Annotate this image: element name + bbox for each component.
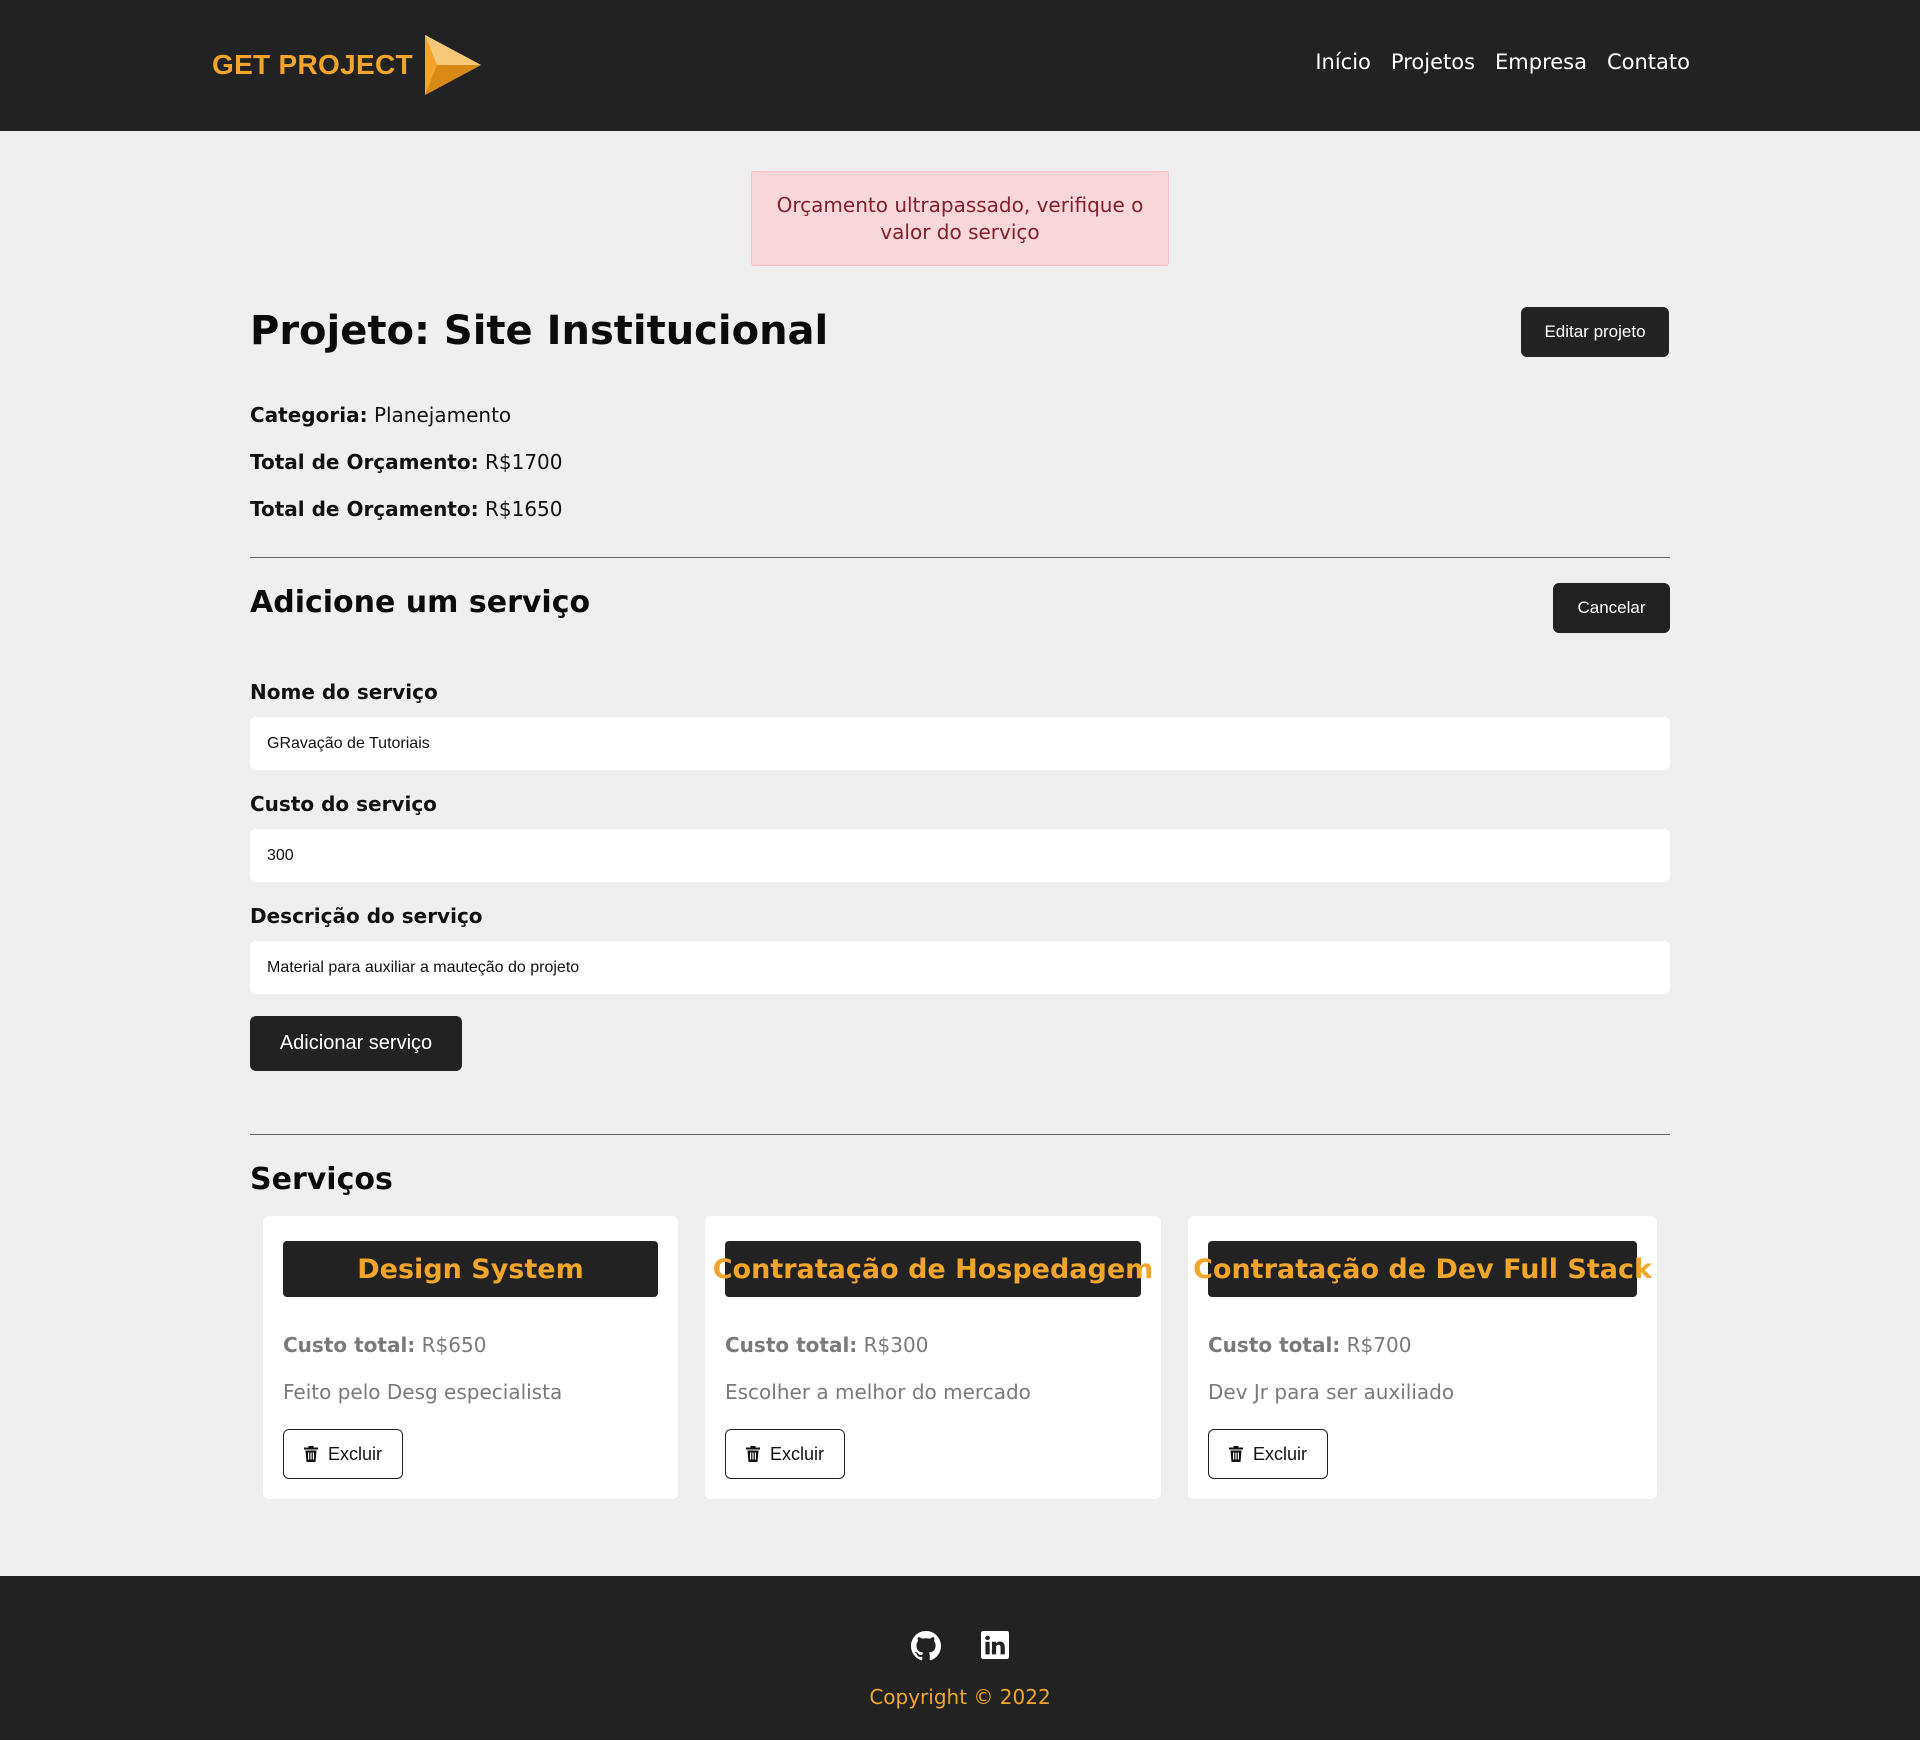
- footer: Copyright © 2022: [0, 1576, 1920, 1740]
- cost-label: Custo total:: [725, 1333, 858, 1357]
- nav-link-inicio[interactable]: Início: [1315, 50, 1371, 74]
- service-cost-label: Custo do serviço: [250, 792, 437, 816]
- nav-link-projetos[interactable]: Projetos: [1391, 50, 1475, 74]
- services-title: Serviços: [250, 1162, 393, 1197]
- delete-label: Excluir: [1252, 1443, 1307, 1464]
- service-card-title: Contratação de Dev Full Stack: [1193, 1241, 1652, 1297]
- main-nav: Início Projetos Empresa Contato: [1315, 50, 1690, 74]
- service-card-title: Contratação de Hospedagem: [713, 1241, 1153, 1297]
- social-links: [0, 1631, 1920, 1661]
- divider: [250, 1134, 1670, 1135]
- trash-icon: [303, 1446, 318, 1462]
- service-description-label: Descrição do serviço: [250, 904, 483, 928]
- cancel-button[interactable]: Cancelar: [1553, 583, 1670, 633]
- cost-label: Custo total:: [283, 1333, 416, 1357]
- trash-icon: [1228, 1446, 1243, 1462]
- cost-value: R$300: [863, 1333, 929, 1357]
- cost-label: Custo total:: [1208, 1333, 1341, 1357]
- linkedin-icon[interactable]: [981, 1631, 1009, 1659]
- divider: [250, 557, 1670, 558]
- logo-text: GET PROJECT: [212, 49, 413, 80]
- delete-label: Excluir: [769, 1443, 824, 1464]
- copyright-text: Copyright © 2022: [869, 1685, 1051, 1709]
- add-service-button[interactable]: Adicionar serviço: [250, 1016, 462, 1071]
- github-icon[interactable]: [911, 1631, 941, 1661]
- logo-arrow-icon: [424, 35, 481, 95]
- project-used-budget: Total de Orçamento: R$1650: [250, 497, 563, 521]
- delete-service-button[interactable]: Excluir: [283, 1429, 403, 1479]
- delete-label: Excluir: [327, 1443, 382, 1464]
- service-description-value: Material para auxiliar a mauteção do pro…: [267, 958, 580, 976]
- service-card: Contratação de Dev Full Stack Custo tota…: [1188, 1216, 1657, 1499]
- cost-value: R$650: [421, 1333, 487, 1357]
- service-cost-value: 300: [267, 846, 294, 864]
- edit-project-button[interactable]: Editar projeto: [1521, 307, 1669, 357]
- service-card-cost: Custo total: R$700: [1208, 1333, 1411, 1357]
- category-label: Categoria:: [250, 403, 368, 427]
- budget-alert: Orçamento ultrapassado, verifique o valo…: [751, 171, 1169, 266]
- service-card-cost: Custo total: R$300: [725, 1333, 928, 1357]
- add-service-title: Adicione um serviço: [250, 585, 591, 620]
- project-category: Categoria: Planejamento: [250, 403, 511, 427]
- budget-value: R$1700: [484, 450, 563, 474]
- service-card-title: Design System: [283, 1241, 658, 1297]
- service-card-description: Feito pelo Desg especialista: [283, 1380, 563, 1404]
- project-budget: Total de Orçamento: R$1700: [250, 450, 563, 474]
- service-card: Contratação de Hospedagem Custo total: R…: [705, 1216, 1161, 1499]
- cost-value: R$700: [1346, 1333, 1412, 1357]
- service-name-input[interactable]: GRavação de Tutoriais: [250, 717, 1670, 770]
- delete-service-button[interactable]: Excluir: [725, 1429, 845, 1479]
- used-budget-value: R$1650: [484, 497, 563, 521]
- budget-label: Total de Orçamento:: [250, 450, 479, 474]
- service-name-value: GRavação de Tutoriais: [267, 734, 430, 752]
- trash-icon: [745, 1446, 760, 1462]
- used-budget-label: Total de Orçamento:: [250, 497, 479, 521]
- service-card-description: Escolher a melhor do mercado: [725, 1380, 1031, 1404]
- navbar: GET PROJECT Início Projetos Empresa Cont…: [0, 0, 1920, 131]
- service-card-cost: Custo total: R$650: [283, 1333, 486, 1357]
- service-card-description: Dev Jr para ser auxiliado: [1208, 1380, 1455, 1404]
- alert-message: Orçamento ultrapassado, verifique o valo…: [776, 192, 1144, 244]
- delete-service-button[interactable]: Excluir: [1208, 1429, 1328, 1479]
- nav-link-empresa[interactable]: Empresa: [1495, 50, 1587, 74]
- service-name-label: Nome do serviço: [250, 680, 438, 704]
- logo[interactable]: GET PROJECT: [212, 34, 483, 96]
- service-cost-input[interactable]: 300: [250, 829, 1670, 882]
- nav-link-contato[interactable]: Contato: [1607, 50, 1690, 74]
- project-title: Projeto: Site Institucional: [250, 308, 829, 354]
- category-value: Planejamento: [373, 403, 512, 427]
- service-description-input[interactable]: Material para auxiliar a mauteção do pro…: [250, 941, 1670, 994]
- service-card: Design System Custo total: R$650 Feito p…: [263, 1216, 678, 1499]
